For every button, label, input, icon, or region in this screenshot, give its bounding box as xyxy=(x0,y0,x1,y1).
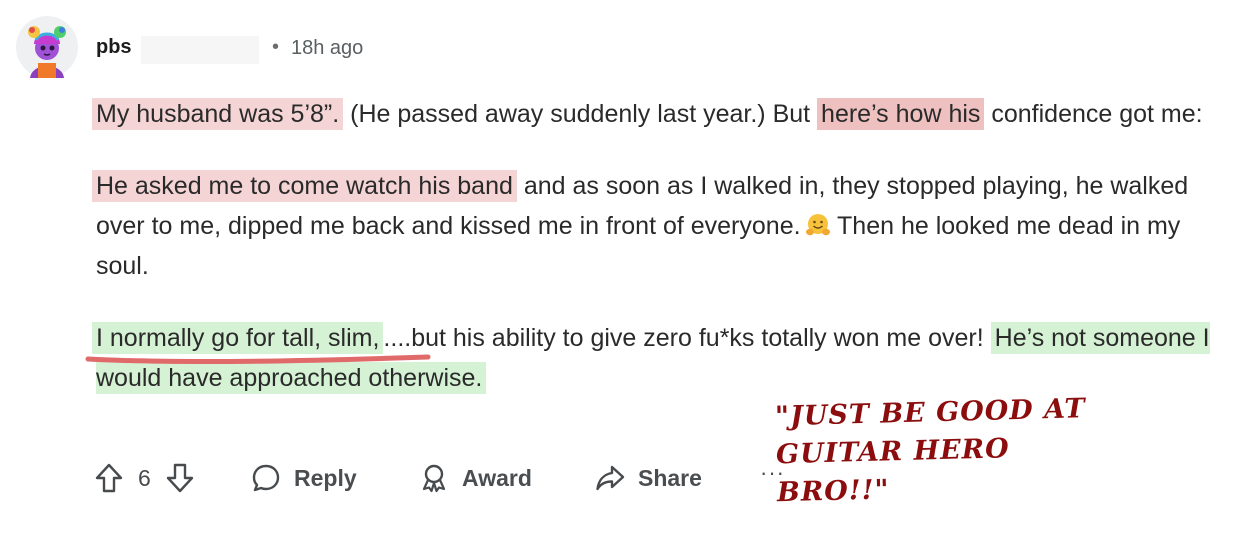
comment-header: pbs • 18h ago xyxy=(0,0,1248,90)
downvote-icon[interactable] xyxy=(165,462,195,494)
avatar[interactable] xyxy=(16,16,78,78)
award-label: Award xyxy=(462,464,532,491)
red-underline-mark xyxy=(85,354,431,364)
upvote-icon[interactable] xyxy=(94,462,124,494)
reply-label: Reply xyxy=(294,464,357,491)
reply-button[interactable]: Reply xyxy=(250,462,357,494)
highlight-green-underlined: I normally go for tall, slim, xyxy=(85,322,431,364)
paragraph-2: He asked me to come watch his band and a… xyxy=(92,166,1226,286)
vote-count: 6 xyxy=(138,464,151,491)
share-button[interactable]: Share xyxy=(594,462,702,494)
share-arrow-icon xyxy=(596,465,625,491)
highlight-text: I normally go for tall, slim, xyxy=(96,324,380,352)
username[interactable]: pbs xyxy=(96,36,132,59)
award-button[interactable]: Award xyxy=(418,462,532,494)
timestamp[interactable]: 18h ago xyxy=(291,37,363,60)
highlight-red: My husband was 5’8”. xyxy=(92,98,344,130)
body-text: confidence got me: xyxy=(984,100,1203,128)
comment-bubble-icon xyxy=(252,464,280,492)
vote-control: 6 xyxy=(94,462,195,494)
comment-actions: 6 Reply Award Share ··· xyxy=(92,456,892,500)
redacted-username xyxy=(141,36,259,64)
highlight-red: He asked me to come watch his band xyxy=(92,170,517,202)
highlight-red: here’s how his xyxy=(817,98,985,130)
separator-dot: • xyxy=(272,36,280,58)
paragraph-3: I normally go for tall, slim, ....but hi… xyxy=(85,318,1226,398)
hugging-face-emoji-icon xyxy=(805,214,830,236)
paragraph-1: My husband was 5’8”. (He passed away sud… xyxy=(92,94,1226,134)
comment-body: My husband was 5’8”. (He passed away sud… xyxy=(85,94,1226,398)
more-options-icon: ··· xyxy=(760,460,785,485)
share-label: Share xyxy=(638,464,702,491)
body-text: (He passed away suddenly last year.) But xyxy=(343,100,818,128)
body-text: ....but his ability to give zero fu*ks t… xyxy=(383,324,991,352)
award-icon xyxy=(422,464,446,493)
more-options-button[interactable]: ··· xyxy=(760,460,785,486)
